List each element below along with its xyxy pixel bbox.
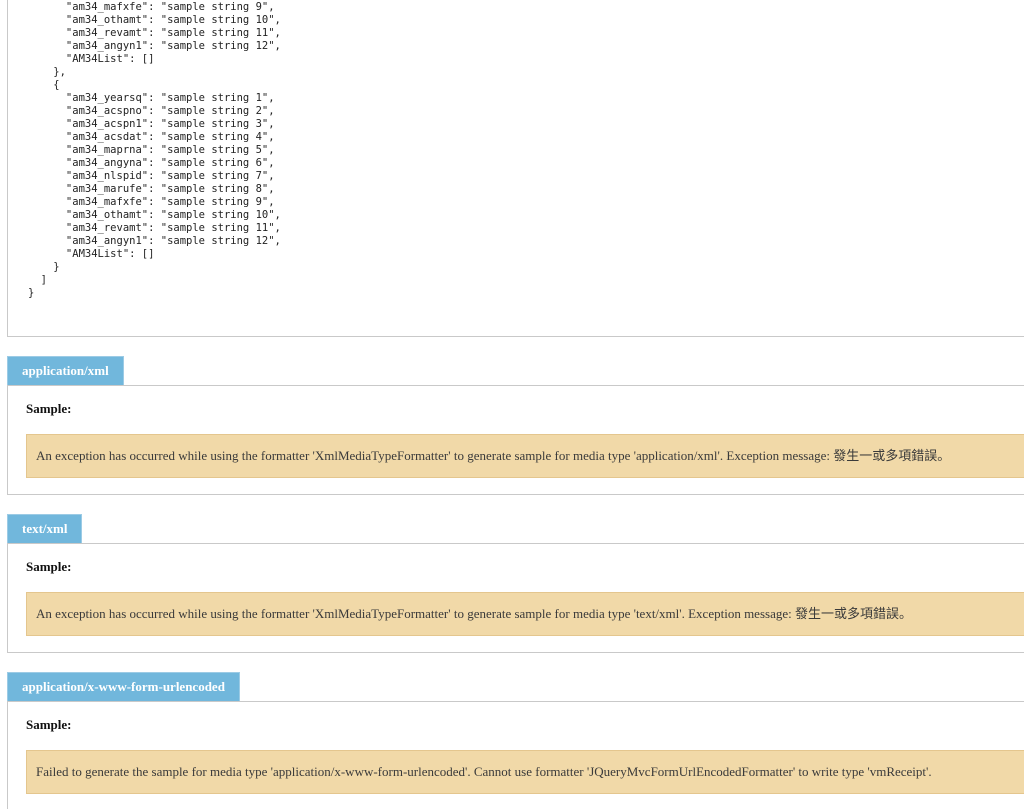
media-type-tab[interactable]: application/xml: [7, 356, 124, 385]
media-type-section-form-urlencoded: application/x-www-form-urlencoded Sample…: [7, 672, 1024, 809]
help-page: "am34_marufe": "sample string 8", "am34_…: [0, 0, 1024, 809]
sample-box: Sample: Failed to generate the sample fo…: [7, 701, 1024, 809]
json-sample-panel: "am34_marufe": "sample string 8", "am34_…: [7, 0, 1024, 337]
sample-error-message: An exception has occurred while using th…: [26, 434, 1024, 478]
sample-label: Sample:: [26, 559, 72, 574]
media-type-section-application-xml: application/xml Sample: An exception has…: [7, 356, 1024, 495]
sample-error-message: An exception has occurred while using th…: [26, 592, 1024, 636]
json-sample-code: "am34_marufe": "sample string 8", "am34_…: [28, 1, 281, 299]
media-type-tab[interactable]: text/xml: [7, 514, 83, 543]
sample-label: Sample:: [26, 717, 72, 732]
media-type-tab[interactable]: application/x-www-form-urlencoded: [7, 672, 240, 701]
media-type-section-text-xml: text/xml Sample: An exception has occurr…: [7, 514, 1024, 653]
sample-box: Sample: An exception has occurred while …: [7, 385, 1024, 495]
sample-box: Sample: An exception has occurred while …: [7, 543, 1024, 653]
sample-error-message: Failed to generate the sample for media …: [26, 750, 1024, 794]
sample-label: Sample:: [26, 401, 72, 416]
